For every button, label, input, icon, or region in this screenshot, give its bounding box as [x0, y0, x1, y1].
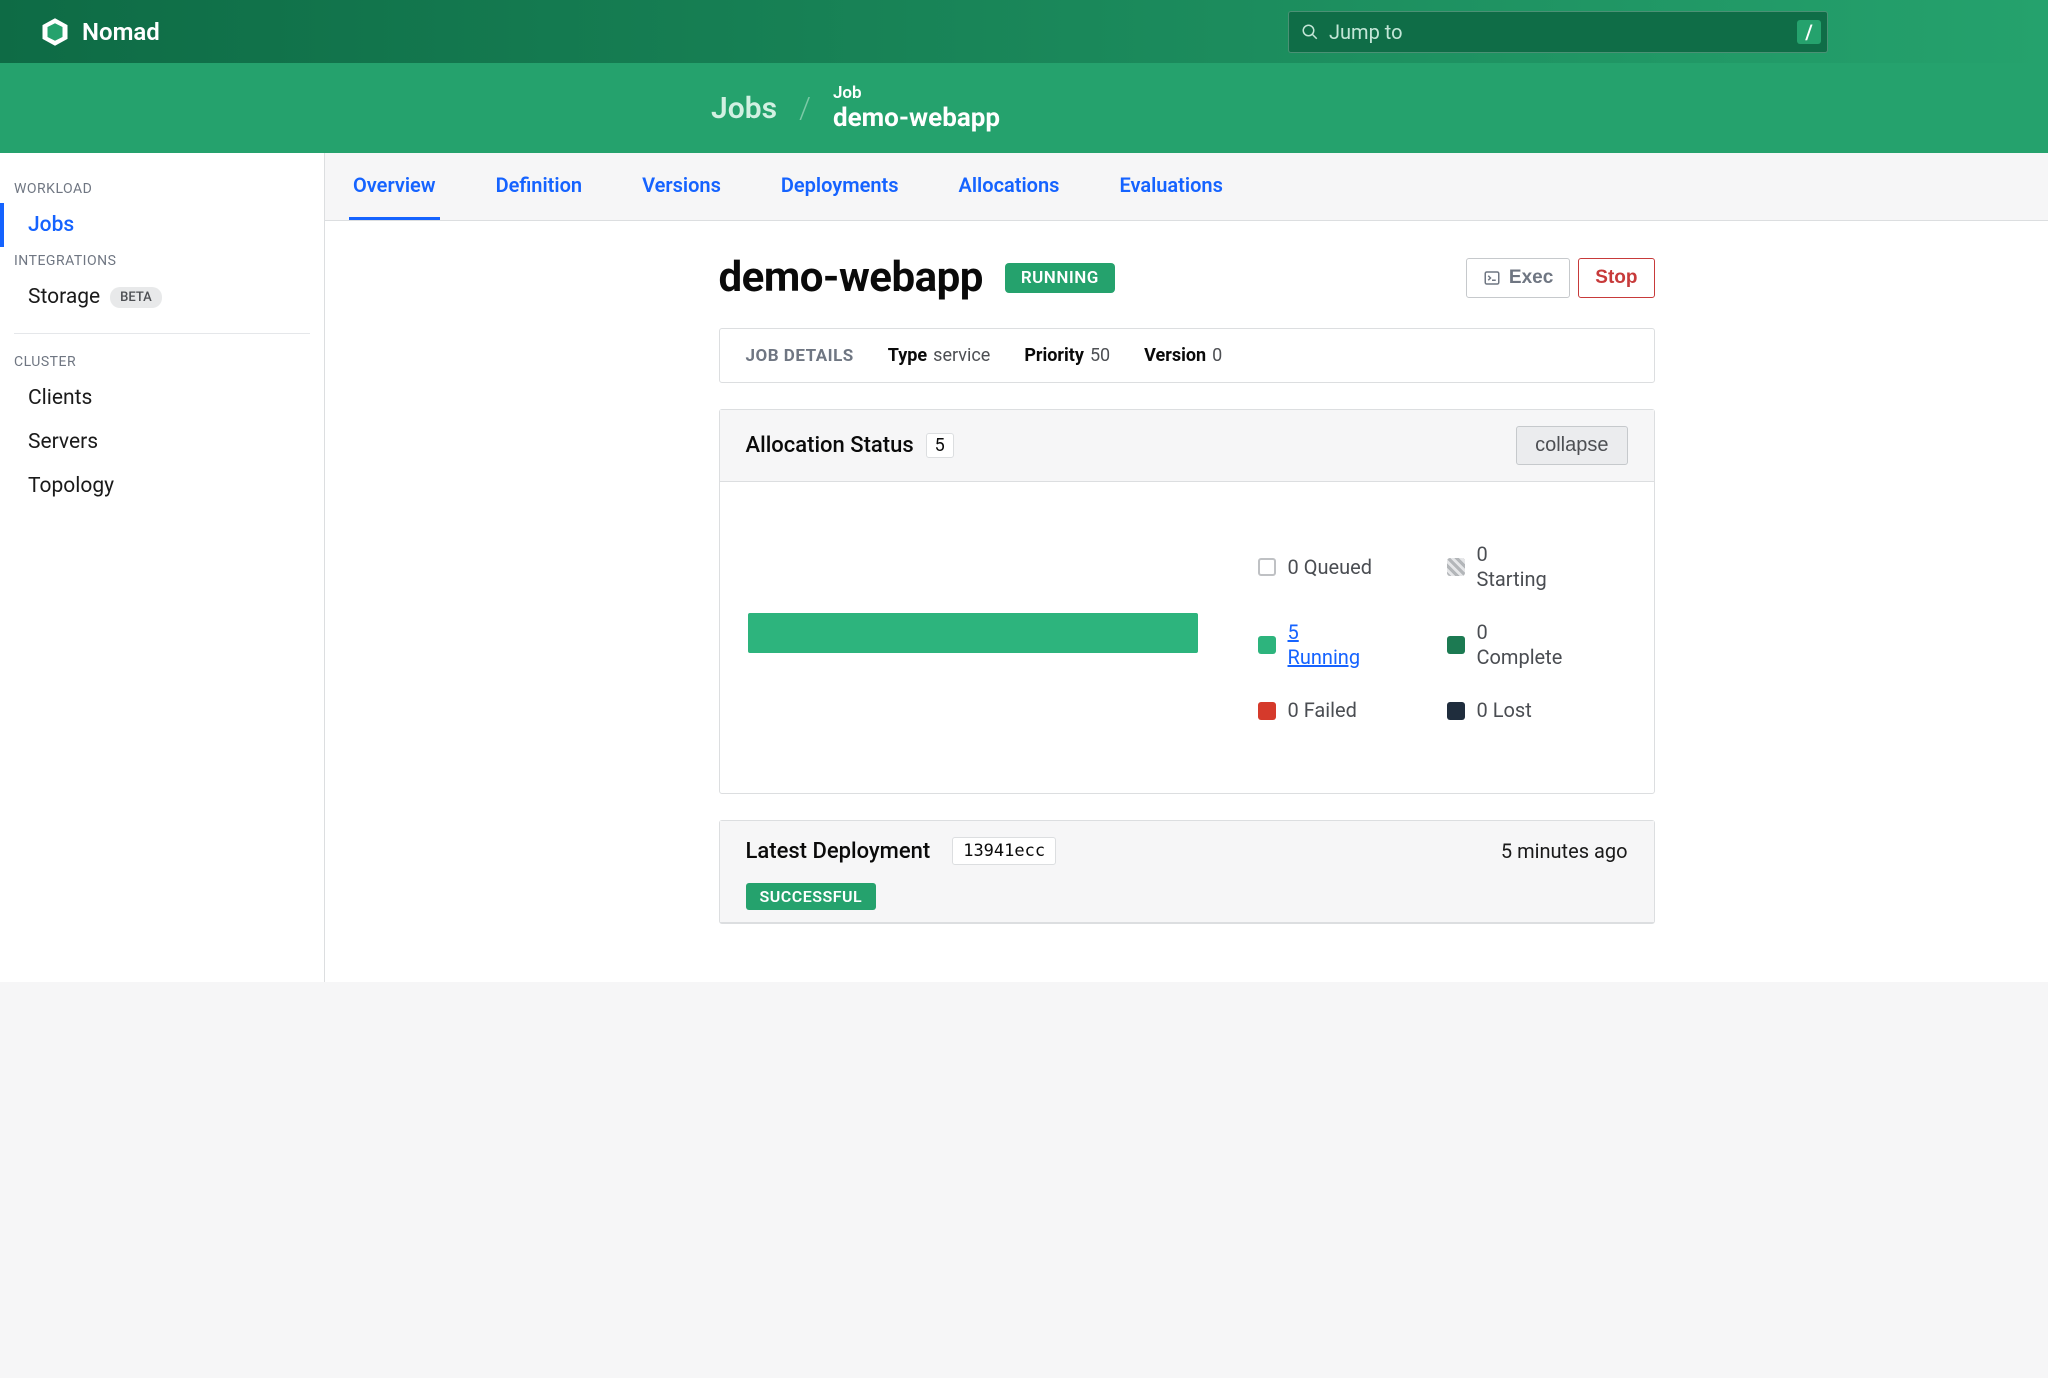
job-header: demo-webapp RUNNING Exec Stop	[719, 253, 1655, 302]
swatch-starting	[1447, 558, 1465, 576]
main-panel: Overview Definition Versions Deployments…	[325, 153, 2048, 982]
deploy-title: Latest Deployment	[746, 839, 931, 864]
breadcrumb-separator: /	[799, 91, 811, 126]
tab-allocations[interactable]: Allocations	[955, 153, 1064, 220]
swatch-failed	[1258, 702, 1276, 720]
job-priority: Priority50	[1024, 345, 1110, 366]
sidebar-divider	[14, 333, 310, 334]
sidebar: WORKLOAD Jobs INTEGRATIONS Storage BETA …	[0, 153, 325, 982]
beta-badge: BETA	[110, 287, 162, 308]
collapse-button[interactable]: collapse	[1516, 426, 1627, 465]
alloc-bar-running[interactable]	[748, 613, 1198, 653]
search-icon	[1301, 23, 1319, 41]
swatch-lost	[1447, 702, 1465, 720]
stop-button[interactable]: Stop	[1578, 258, 1654, 298]
legend-running[interactable]: 5Running	[1258, 620, 1413, 670]
nomad-logo-icon	[40, 17, 70, 47]
top-bar: Nomad Jump to /	[0, 0, 2048, 63]
job-version: Version0	[1144, 345, 1222, 366]
alloc-status-count: 5	[926, 433, 954, 458]
deploy-id[interactable]: 13941ecc	[952, 837, 1056, 865]
exec-button[interactable]: Exec	[1466, 258, 1570, 298]
sidebar-item-storage[interactable]: Storage BETA	[0, 275, 324, 319]
global-search[interactable]: Jump to /	[1288, 11, 1828, 53]
legend-complete: 0Complete	[1447, 620, 1602, 670]
tab-deployments[interactable]: Deployments	[777, 153, 903, 220]
tab-overview[interactable]: Overview	[349, 153, 440, 220]
status-badge: RUNNING	[1005, 263, 1115, 293]
swatch-queued	[1258, 558, 1276, 576]
breadcrumb: Jobs / Job demo-webapp	[0, 63, 2048, 153]
deploy-time: 5 minutes ago	[1501, 839, 1628, 863]
sidebar-section-integrations: INTEGRATIONS	[0, 247, 324, 275]
sidebar-section-cluster: CLUSTER	[0, 348, 324, 376]
alloc-legend: 0 Queued 0Starting 5Running 0Complete 0 …	[1258, 542, 1602, 723]
deploy-status-badge: SUCCESSFUL	[746, 883, 877, 910]
search-shortcut: /	[1797, 20, 1821, 44]
alloc-status-title: Allocation Status	[746, 433, 914, 458]
sidebar-item-clients[interactable]: Clients	[0, 376, 324, 420]
sidebar-item-topology[interactable]: Topology	[0, 464, 324, 508]
job-title: demo-webapp	[719, 253, 983, 302]
tab-versions[interactable]: Versions	[638, 153, 725, 220]
swatch-complete	[1447, 636, 1465, 654]
job-tabs: Overview Definition Versions Deployments…	[325, 153, 2048, 221]
sidebar-item-servers[interactable]: Servers	[0, 420, 324, 464]
sidebar-item-jobs[interactable]: Jobs	[0, 203, 324, 247]
job-details-card: JOB DETAILS Typeservice Priority50 Versi…	[719, 328, 1655, 383]
breadcrumb-current: Job demo-webapp	[833, 83, 1000, 133]
job-type: Typeservice	[888, 345, 991, 366]
tab-definition[interactable]: Definition	[492, 153, 587, 220]
breadcrumb-root[interactable]: Jobs	[711, 91, 777, 126]
latest-deployment-card: Latest Deployment 13941ecc 5 minutes ago…	[719, 820, 1655, 924]
legend-queued: 0 Queued	[1258, 542, 1413, 592]
sidebar-section-workload: WORKLOAD	[0, 175, 324, 203]
terminal-icon	[1483, 269, 1501, 287]
legend-starting: 0Starting	[1447, 542, 1602, 592]
brand-name: Nomad	[82, 18, 160, 46]
search-placeholder: Jump to	[1329, 20, 1403, 44]
tab-evaluations[interactable]: Evaluations	[1115, 153, 1226, 220]
logo[interactable]: Nomad	[40, 17, 160, 47]
swatch-running	[1258, 636, 1276, 654]
allocation-status-card: Allocation Status 5 collapse 0 Queued 0S…	[719, 409, 1655, 794]
legend-failed: 0 Failed	[1258, 698, 1413, 723]
legend-lost: 0 Lost	[1447, 698, 1602, 723]
job-details-label: JOB DETAILS	[746, 346, 854, 366]
